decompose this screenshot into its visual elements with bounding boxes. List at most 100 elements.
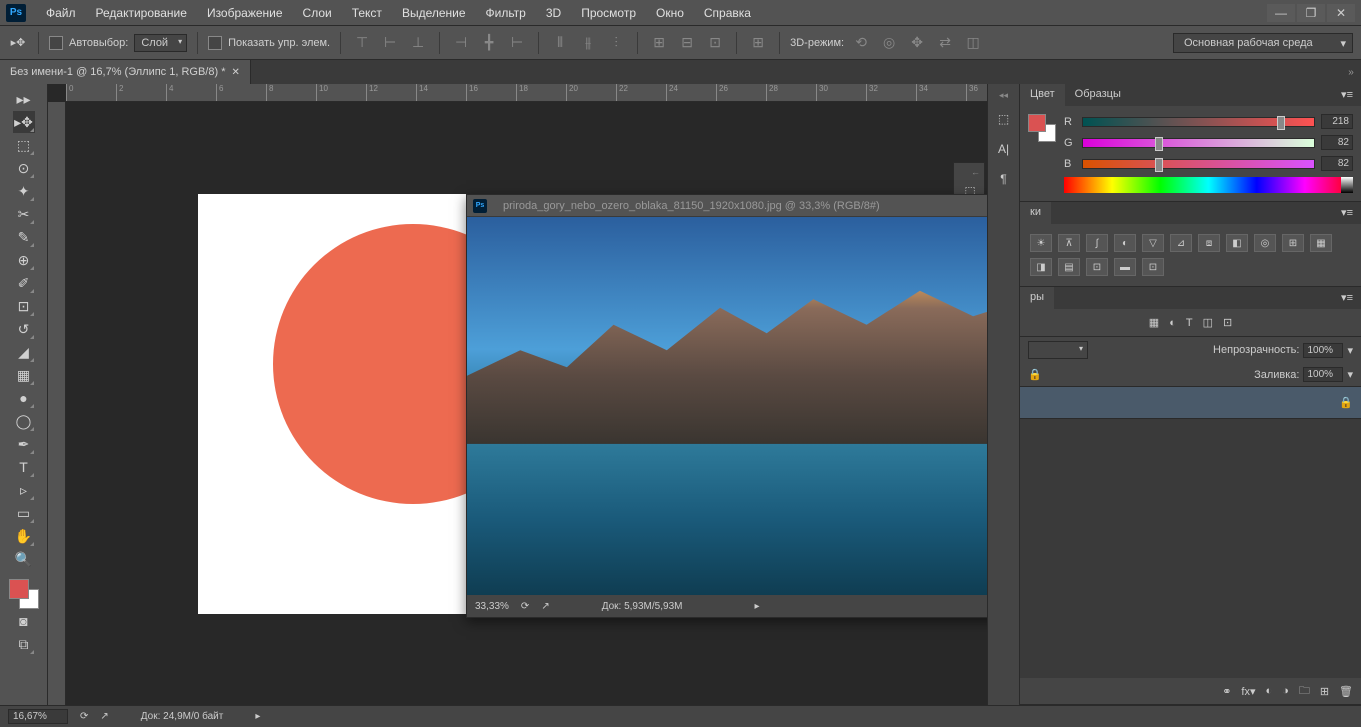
fill-input[interactable]: 100% (1303, 367, 1343, 382)
color-balance-icon[interactable]: ⧈ (1198, 234, 1220, 252)
menu-layers[interactable]: Слои (293, 2, 342, 24)
tab-close-icon[interactable]: ✕ (231, 67, 239, 78)
tab-overflow-icon[interactable]: » (1341, 60, 1361, 84)
panel-menu-icon[interactable]: ▾≡ (1333, 287, 1361, 309)
gradient-tool[interactable]: ▦ (13, 364, 35, 386)
b-value[interactable]: 82 (1321, 156, 1353, 171)
dodge-tool[interactable]: ◯ (13, 410, 35, 432)
color-tab[interactable]: Цвет (1020, 84, 1065, 106)
filter-pixel-icon[interactable]: ▦ (1149, 316, 1159, 329)
align-top-icon[interactable]: ⊤ (351, 32, 373, 54)
photo-filter-icon[interactable]: ◎ (1254, 234, 1276, 252)
menu-filter[interactable]: Фильтр (476, 2, 536, 24)
swatches-tab[interactable]: Образцы (1065, 84, 1131, 106)
color-mini-swatch[interactable] (1028, 114, 1056, 142)
align-bottom-icon[interactable]: ⊥ (407, 32, 429, 54)
magic-wand-tool[interactable]: ✦ (13, 180, 35, 202)
canvas-area[interactable]: 024681012141618202224262830323436 ← ⬚ Ps… (48, 84, 987, 705)
r-slider[interactable] (1082, 117, 1315, 127)
levels-icon[interactable]: ⊼ (1058, 234, 1080, 252)
menu-view[interactable]: Просмотр (571, 2, 646, 24)
posterize-icon[interactable]: ▤ (1058, 258, 1080, 276)
distribute-3-icon[interactable]: ⫶ (605, 32, 627, 54)
threshold-icon[interactable]: ⊡ (1086, 258, 1108, 276)
close-button[interactable]: ✕ (1327, 4, 1355, 22)
rotate-icon[interactable]: ⟳ (80, 711, 88, 722)
filter-type-icon[interactable]: T (1186, 317, 1193, 329)
distribute-h-icon[interactable]: ⫴ (549, 32, 571, 54)
color-lookup-icon[interactable]: ▦ (1310, 234, 1332, 252)
lasso-tool[interactable]: ⊙ (13, 157, 35, 179)
menu-select[interactable]: Выделение (392, 2, 476, 24)
3d-roll-icon[interactable]: ◎ (878, 32, 900, 54)
3d-pan-icon[interactable]: ✥ (906, 32, 928, 54)
document-tab[interactable]: Без имени-1 @ 16,7% (Эллипс 1, RGB/8) * … (0, 60, 251, 84)
align-hcenter-icon[interactable]: ╋ (478, 32, 500, 54)
fill-arrow-icon[interactable]: ▾ (1347, 368, 1353, 381)
layer-fx-icon[interactable]: fx▾ (1241, 685, 1255, 698)
menu-edit[interactable]: Редактирование (86, 2, 197, 24)
hand-tool[interactable]: ✋ (13, 525, 35, 547)
color-swatches[interactable] (9, 579, 39, 609)
auto-select-checkbox[interactable] (49, 36, 63, 50)
menu-help[interactable]: Справка (694, 2, 761, 24)
channel-mixer-icon[interactable]: ⊞ (1282, 234, 1304, 252)
align-vcenter-icon[interactable]: ⊢ (379, 32, 401, 54)
shape-tool[interactable]: ▭ (13, 502, 35, 524)
zoom-tool[interactable]: 🔍 (13, 548, 35, 570)
workspace-dropdown[interactable]: Основная рабочая среда (1173, 33, 1353, 53)
show-transform-checkbox[interactable] (208, 36, 222, 50)
filter-shape-icon[interactable]: ◫ (1203, 316, 1213, 329)
quick-mask-tool[interactable]: ◙ (13, 610, 35, 632)
selective-color-icon[interactable]: ⊡ (1142, 258, 1164, 276)
align-right-icon[interactable]: ⊢ (506, 32, 528, 54)
invert-icon[interactable]: ◨ (1030, 258, 1052, 276)
menu-text[interactable]: Текст (342, 2, 392, 24)
new-layer-icon[interactable]: ⊞ (1320, 685, 1329, 698)
opacity-input[interactable]: 100% (1303, 343, 1343, 358)
menu-window[interactable]: Окно (646, 2, 694, 24)
3d-slide-icon[interactable]: ⇄ (934, 32, 956, 54)
distribute-6-icon[interactable]: ⊡ (704, 32, 726, 54)
b-slider[interactable] (1082, 159, 1315, 169)
exposure-icon[interactable]: ◐ (1114, 234, 1136, 252)
3d-rotate-icon[interactable]: ⟲ (850, 32, 872, 54)
share-icon[interactable]: ↗ (100, 711, 108, 722)
type-tool[interactable]: T (13, 456, 35, 478)
pen-tool[interactable]: ✒ (13, 433, 35, 455)
filter-smart-icon[interactable]: ⊡ (1223, 316, 1232, 329)
bw-icon[interactable]: ◧ (1226, 234, 1248, 252)
hue-sat-icon[interactable]: ⊿ (1170, 234, 1192, 252)
marquee-tool[interactable]: ⬚ (13, 134, 35, 156)
layer-mask-icon[interactable]: ◐ (1266, 685, 1273, 697)
collapse-icon[interactable]: ▸▸ (13, 88, 35, 110)
auto-align-icon[interactable]: ⊞ (747, 32, 769, 54)
distribute-v-icon[interactable]: ⫵ (577, 32, 599, 54)
gradient-map-icon[interactable]: ▬ (1114, 258, 1136, 276)
floating-canvas[interactable] (467, 217, 987, 595)
new-group-icon[interactable]: 🗀 (1299, 682, 1310, 701)
menu-image[interactable]: Изображение (197, 2, 293, 24)
character-panel-icon[interactable]: A| (992, 137, 1016, 161)
g-value[interactable]: 82 (1321, 135, 1353, 150)
curves-icon[interactable]: ∫ (1086, 234, 1108, 252)
rotate-view-icon[interactable]: ⟳ (521, 601, 529, 612)
zoom-field[interactable]: 16,67% (8, 709, 68, 724)
paragraph-panel-icon[interactable]: ¶ (992, 167, 1016, 191)
color-spectrum[interactable] (1064, 177, 1353, 193)
new-adjustment-icon[interactable]: ◑ (1282, 685, 1289, 697)
adjustments-tab[interactable]: ки (1020, 202, 1051, 224)
menu-3d[interactable]: 3D (536, 2, 571, 24)
g-slider[interactable] (1082, 138, 1315, 148)
healing-brush-tool[interactable]: ⊕ (13, 249, 35, 271)
document-canvas[interactable] (198, 194, 473, 614)
history-brush-tool[interactable]: ↺ (13, 318, 35, 340)
brightness-icon[interactable]: ☀ (1030, 234, 1052, 252)
clone-stamp-tool[interactable]: ⊡ (13, 295, 35, 317)
screen-mode-tool[interactable]: ⧉ (13, 633, 35, 655)
panel-menu-icon[interactable]: ▾≡ (1333, 84, 1361, 106)
floating-titlebar[interactable]: Ps priroda_gory_nebo_ozero_oblaka_81150_… (467, 195, 987, 217)
auto-select-dropdown[interactable]: Слой (134, 34, 187, 52)
restore-button[interactable]: ❐ (1297, 4, 1325, 22)
path-selection-tool[interactable]: ▹ (13, 479, 35, 501)
